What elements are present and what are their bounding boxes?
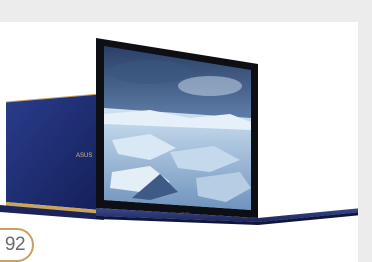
right-margin-strip	[358, 0, 372, 262]
page-number: 92	[4, 234, 26, 255]
front-laptop: ASUS	[96, 38, 358, 225]
screen-display	[104, 46, 251, 210]
rear-laptop: ASUS	[0, 93, 104, 220]
top-margin-strip	[0, 0, 372, 22]
laptop-product-photo: ASUS ASUS	[0, 38, 358, 225]
page-frame: ASUS ASUS 92	[0, 0, 372, 262]
page-number-badge: 92	[0, 228, 34, 262]
brand-logo: ASUS	[76, 153, 92, 159]
